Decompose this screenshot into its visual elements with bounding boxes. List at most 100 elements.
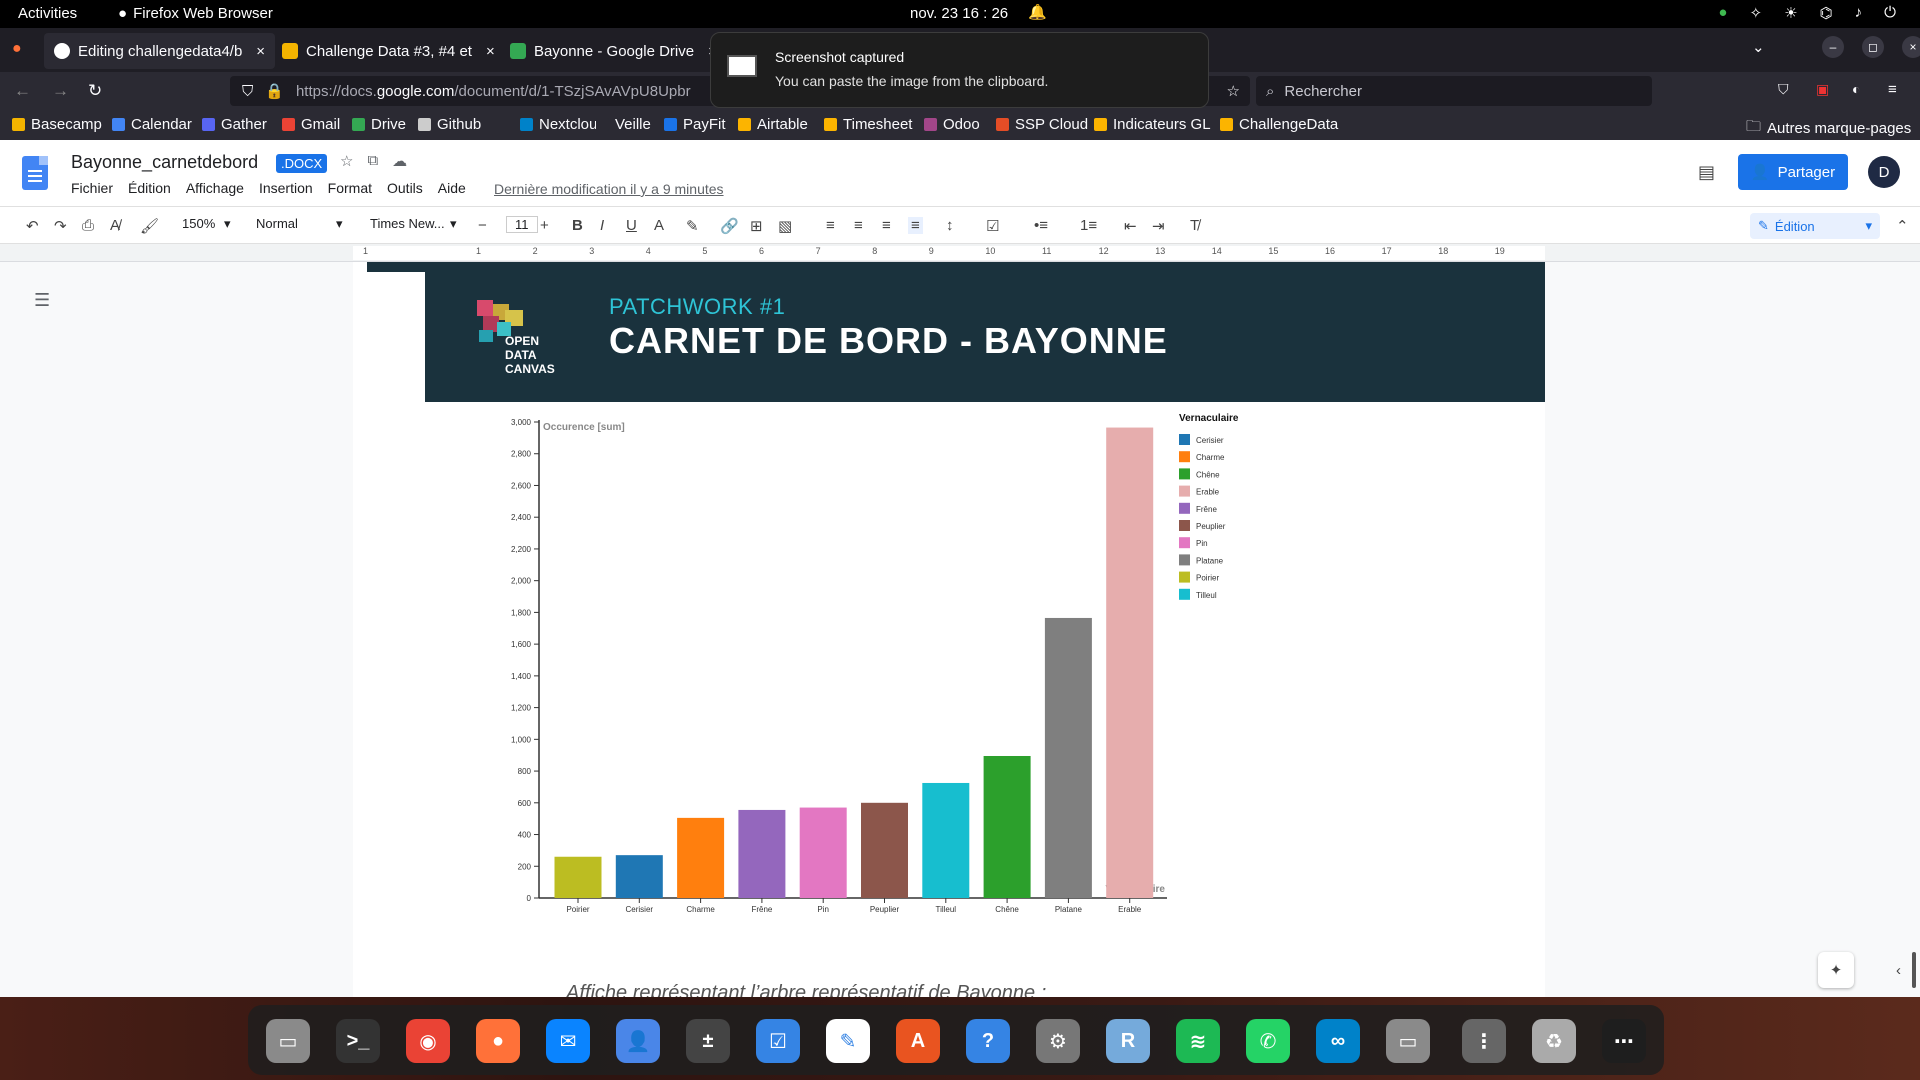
close-icon[interactable]: × (256, 43, 265, 60)
url-text[interactable]: https://docs.google.com/document/d/1-TSz… (296, 83, 691, 100)
bookmark-calendar[interactable]: Calendar (112, 116, 192, 133)
spotify-icon[interactable]: ≋ (1176, 1019, 1220, 1063)
bookmark-other-folder[interactable]: 🗀 Autres marque-pages (1746, 116, 1911, 141)
close-window-icon[interactable]: × (1902, 36, 1920, 58)
image-icon[interactable]: ▧ (778, 217, 792, 235)
align-left-icon[interactable]: ≡ (826, 217, 835, 234)
check-icon[interactable]: ● (1718, 4, 1727, 22)
spellcheck-icon[interactable]: A̸ (110, 217, 120, 234)
lock-icon[interactable]: 🔒 (265, 82, 284, 100)
move-folder-icon[interactable]: ⧉ (367, 152, 378, 170)
menu-icon[interactable]: ≡ (1888, 81, 1897, 98)
numbered-list-icon[interactable]: 1≡ (1080, 217, 1097, 234)
chevron-down-icon[interactable]: ▾ (336, 216, 343, 232)
share-button[interactable]: 👤 Partager (1738, 154, 1848, 190)
justify-icon[interactable]: ≡ (908, 217, 923, 234)
contacts-icon[interactable]: 👤 (616, 1019, 660, 1063)
clear-formatting-icon[interactable]: T̸ (1190, 217, 1199, 234)
files-icon[interactable]: ▭ (266, 1019, 310, 1063)
system-tray[interactable]: ● ✧ ☀ ⌬ ♪ ⏻ (1718, 4, 1896, 22)
app-menu[interactable]: ● Firefox Web Browser (118, 5, 273, 22)
chrome-icon[interactable]: ◉ (406, 1019, 450, 1063)
redo-icon[interactable]: ↷ (54, 217, 67, 235)
comments-icon[interactable]: ▤ (1698, 162, 1715, 183)
shield-icon[interactable]: ⛉ (242, 83, 253, 100)
undo-icon[interactable]: ↶ (26, 217, 39, 235)
tab-challenge-data[interactable]: Challenge Data #3, #4 et × (272, 33, 505, 69)
menu-fichier[interactable]: Fichier (71, 180, 113, 196)
terminal-icon[interactable]: >_ (336, 1019, 380, 1063)
bookmark-veille[interactable]: Veille (596, 116, 651, 133)
list-all-tabs-icon[interactable]: ⌄ (1752, 38, 1765, 56)
bookmark-airtable[interactable]: Airtable (738, 116, 808, 133)
checklist-icon[interactable]: ☑ (986, 217, 999, 235)
menu-aide[interactable]: Aide (438, 180, 466, 196)
files-2-icon[interactable]: ▭ (1386, 1019, 1430, 1063)
network-icon[interactable]: ⌬ (1820, 4, 1833, 22)
search-input[interactable]: ⌕ Rechercher (1256, 76, 1652, 106)
bookmark-challengedata[interactable]: ChallengeData (1220, 116, 1338, 133)
print-icon[interactable]: ⎙ (82, 217, 94, 234)
scrollbar[interactable] (1912, 952, 1916, 988)
bookmark-gmail[interactable]: Gmail (282, 116, 340, 133)
line-spacing-icon[interactable]: ↕ (946, 217, 954, 234)
settings-icon[interactable]: ⚙ (1036, 1019, 1080, 1063)
last-modified-link[interactable]: Dernière modification il y a 9 minutes (494, 181, 724, 197)
link-icon[interactable]: 🔗 (720, 217, 739, 235)
back-icon[interactable]: ← (14, 81, 31, 101)
firefox-view-icon[interactable]: ● (12, 40, 22, 58)
bookmark-drive[interactable]: Drive (352, 116, 406, 133)
minimize-icon[interactable]: – (1822, 36, 1844, 58)
archive-icon[interactable]: ⋮ (1462, 1019, 1506, 1063)
bookmark-github[interactable]: Github (418, 116, 481, 133)
decrease-size-icon[interactable]: − (478, 217, 487, 234)
highlight-icon[interactable]: ✎ (686, 217, 699, 235)
bookmark-payfit[interactable]: PayFit (664, 116, 726, 133)
align-right-icon[interactable]: ≡ (882, 217, 891, 234)
app-grid-icon[interactable]: ⋯ (1602, 1019, 1646, 1063)
collapse-menu-icon[interactable]: ⌃ (1896, 217, 1909, 235)
document-page[interactable]: OPEN DATA CANVAS PATCHWORK #1 CARNET DE … (353, 262, 1545, 1004)
bookmark-odoo[interactable]: Odoo (924, 116, 980, 133)
menu-edition[interactable]: Édition (128, 180, 171, 196)
bookmark-nextcloud[interactable]: Nextcloud (520, 116, 606, 133)
tab-google-drive[interactable]: Bayonne - Google Drive × (500, 33, 727, 69)
underline-icon[interactable]: U (626, 217, 637, 234)
reload-icon[interactable]: ↻ (88, 81, 102, 101)
paint-format-icon[interactable]: 🖌 (140, 217, 159, 235)
nextcloud-icon[interactable]: ∞ (1316, 1019, 1360, 1063)
bookmark-timesheet[interactable]: Timesheet (824, 116, 912, 133)
activities-button[interactable]: Activities (18, 5, 77, 22)
r-studio-icon[interactable]: R (1106, 1019, 1150, 1063)
extension-icon[interactable]: ▣ (1816, 81, 1829, 98)
bookmark-indicateurs-gl[interactable]: Indicateurs GL (1094, 116, 1211, 133)
close-icon[interactable]: × (486, 43, 495, 60)
increase-indent-icon[interactable]: ⇥ (1152, 217, 1165, 235)
brightness-icon[interactable]: ☀ (1784, 4, 1797, 22)
add-comment-icon[interactable]: ⊞ (750, 217, 763, 235)
extension-2-icon[interactable]: ◐ (1852, 81, 1860, 97)
whatsapp-icon[interactable]: ✆ (1246, 1019, 1290, 1063)
app-store-icon[interactable]: A (896, 1019, 940, 1063)
bookmark-star-icon[interactable]: ☆ (1227, 82, 1240, 100)
increase-size-icon[interactable]: + (540, 217, 549, 234)
power-icon[interactable]: ⏻ (1884, 4, 1896, 22)
maximize-icon[interactable]: ◻ (1862, 36, 1884, 58)
thunderbird-icon[interactable]: ✉ (546, 1019, 590, 1063)
explore-icon[interactable]: ✦ (1818, 952, 1854, 988)
chevron-down-icon[interactable]: ▾ (450, 216, 457, 232)
editing-mode-select[interactable]: ✎ Édition ▾ (1750, 213, 1880, 239)
bold-icon[interactable]: B (572, 217, 583, 234)
cloud-status-icon[interactable]: ☁ (392, 152, 407, 170)
tasks-icon[interactable]: ☑ (756, 1019, 800, 1063)
italic-icon[interactable]: I (600, 217, 604, 234)
menu-format[interactable]: Format (328, 180, 372, 196)
bookmark-ssp-cloud[interactable]: SSP Cloud (996, 116, 1088, 133)
menu-affichage[interactable]: Affichage (186, 180, 244, 196)
bullet-list-icon[interactable]: •≡ (1034, 217, 1048, 234)
text-editor-icon[interactable]: ✎ (826, 1019, 870, 1063)
bookmark-gather[interactable]: Gather (202, 116, 267, 133)
style-select[interactable]: Normal (256, 216, 298, 231)
calculator-icon[interactable]: ± (686, 1019, 730, 1063)
document-title[interactable]: Bayonne_carnetdebord (71, 152, 258, 173)
